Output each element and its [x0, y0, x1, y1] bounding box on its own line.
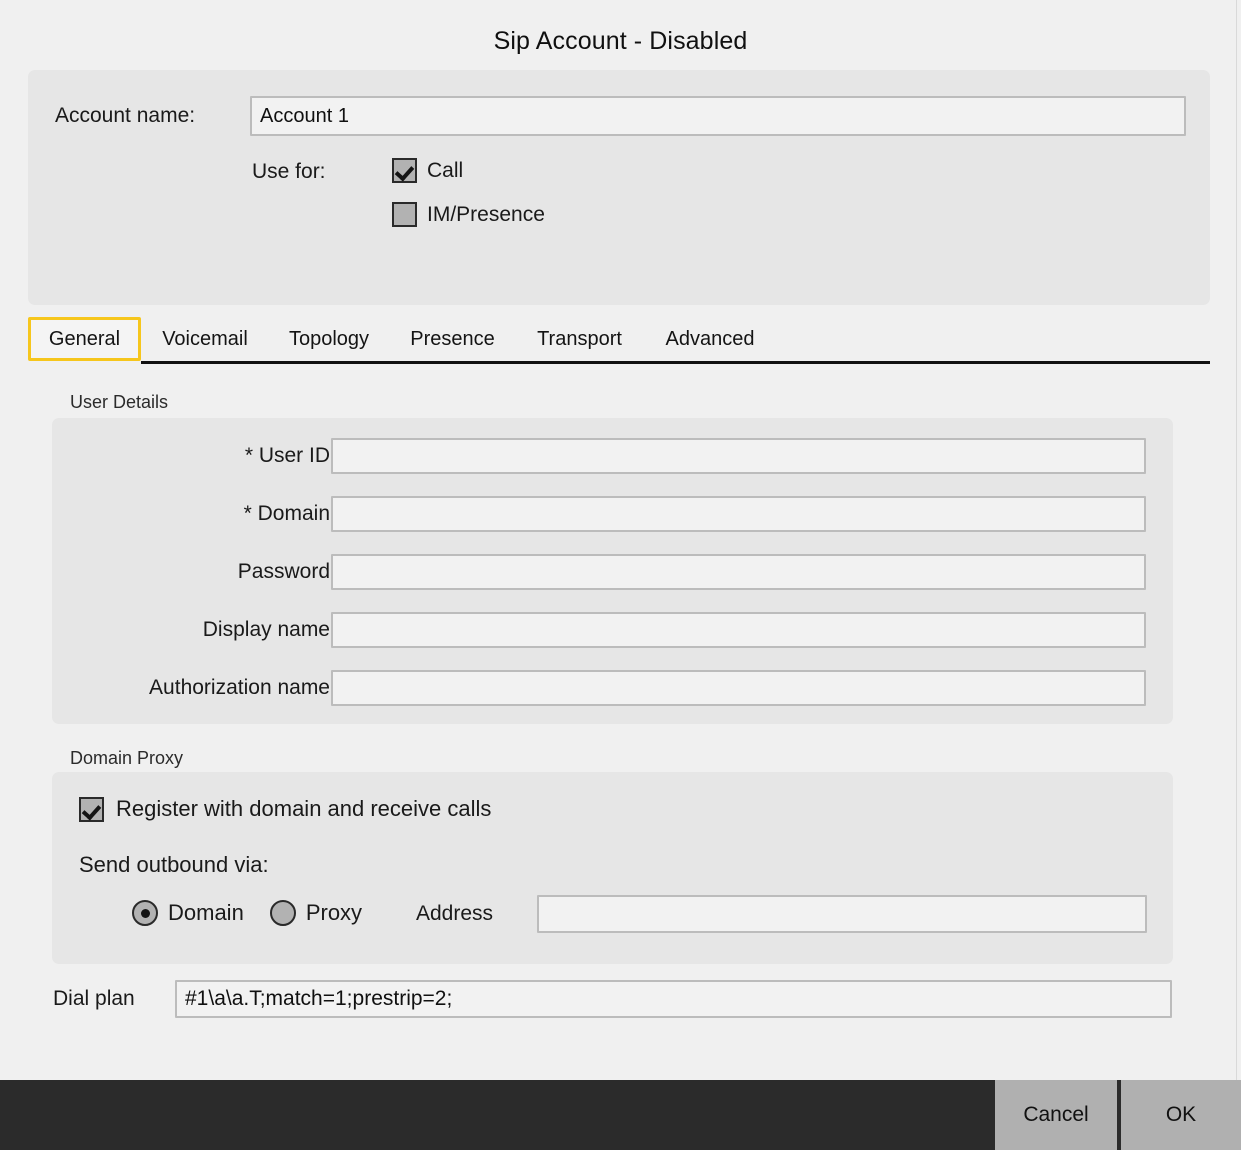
checkbox-icon-register-with-domain[interactable] [79, 797, 104, 822]
group-title-user-details: User Details [70, 392, 168, 413]
tab-general[interactable]: General [28, 317, 141, 361]
tab-transport[interactable]: Transport [518, 317, 641, 361]
field-label-password: Password [238, 554, 330, 590]
address-label: Address [416, 902, 493, 926]
tab-topology[interactable]: Topology [273, 317, 385, 361]
radio-icon-proxy[interactable] [270, 900, 296, 926]
checkbox-call[interactable]: Call [392, 158, 463, 183]
dial-plan-label: Dial plan [53, 987, 135, 1011]
tab-presence[interactable]: Presence [396, 317, 509, 361]
checkbox-label-call: Call [427, 159, 463, 183]
field-label-user-id: * User ID [245, 438, 330, 474]
account-name-input[interactable] [250, 96, 1186, 136]
checkbox-register-with-domain[interactable]: Register with domain and receive calls [79, 796, 491, 822]
ok-button[interactable]: OK [1121, 1080, 1241, 1150]
user-id-input[interactable] [331, 438, 1146, 474]
authorization-name-input[interactable] [331, 670, 1146, 706]
radio-group-send-outbound: Domain Proxy [132, 900, 362, 926]
field-row-domain: * Domain [52, 496, 1173, 532]
account-panel: Account name: Use for: Call IM/Presence [28, 70, 1210, 305]
domain-input[interactable] [331, 496, 1146, 532]
field-label-authorization-name: Authorization name [149, 670, 330, 706]
account-name-row: Account name: [28, 96, 1210, 136]
checkbox-label-register-with-domain: Register with domain and receive calls [116, 796, 491, 822]
use-for-label: Use for: [252, 160, 326, 184]
password-input[interactable] [331, 554, 1146, 590]
checkbox-label-im-presence: IM/Presence [427, 203, 545, 227]
user-details-panel: * User ID * Domain Password Display name… [52, 418, 1173, 724]
field-row-password: Password [52, 554, 1173, 590]
field-row-display-name: Display name [52, 612, 1173, 648]
send-outbound-label: Send outbound via: [79, 852, 269, 878]
radio-label-proxy[interactable]: Proxy [306, 900, 362, 926]
field-label-domain: * Domain [244, 496, 330, 532]
group-title-domain-proxy: Domain Proxy [70, 748, 183, 769]
dialog-footer: Cancel OK [0, 1080, 1241, 1150]
checkbox-icon-im-presence[interactable] [392, 202, 417, 227]
tab-advanced[interactable]: Advanced [648, 317, 772, 361]
checkbox-im-presence[interactable]: IM/Presence [392, 202, 545, 227]
display-name-input[interactable] [331, 612, 1146, 648]
field-row-user-id: * User ID [52, 438, 1173, 474]
radio-icon-domain[interactable] [132, 900, 158, 926]
account-name-label: Account name: [55, 104, 195, 128]
checkbox-icon-call[interactable] [392, 158, 417, 183]
field-row-authorization-name: Authorization name [52, 670, 1173, 706]
field-label-display-name: Display name [203, 612, 330, 648]
cancel-button[interactable]: Cancel [995, 1080, 1117, 1150]
tab-underline [141, 361, 1210, 364]
domain-proxy-panel: Register with domain and receive calls S… [52, 772, 1173, 964]
radio-label-domain[interactable]: Domain [168, 900, 244, 926]
page-title: Sip Account - Disabled [0, 0, 1241, 56]
tab-bar: General Voicemail Topology Presence Tran… [28, 317, 1210, 363]
dial-plan-input[interactable] [175, 980, 1172, 1018]
scrollbar-track[interactable] [1236, 0, 1237, 1080]
address-input[interactable] [537, 895, 1147, 933]
tab-voicemail[interactable]: Voicemail [147, 317, 263, 361]
